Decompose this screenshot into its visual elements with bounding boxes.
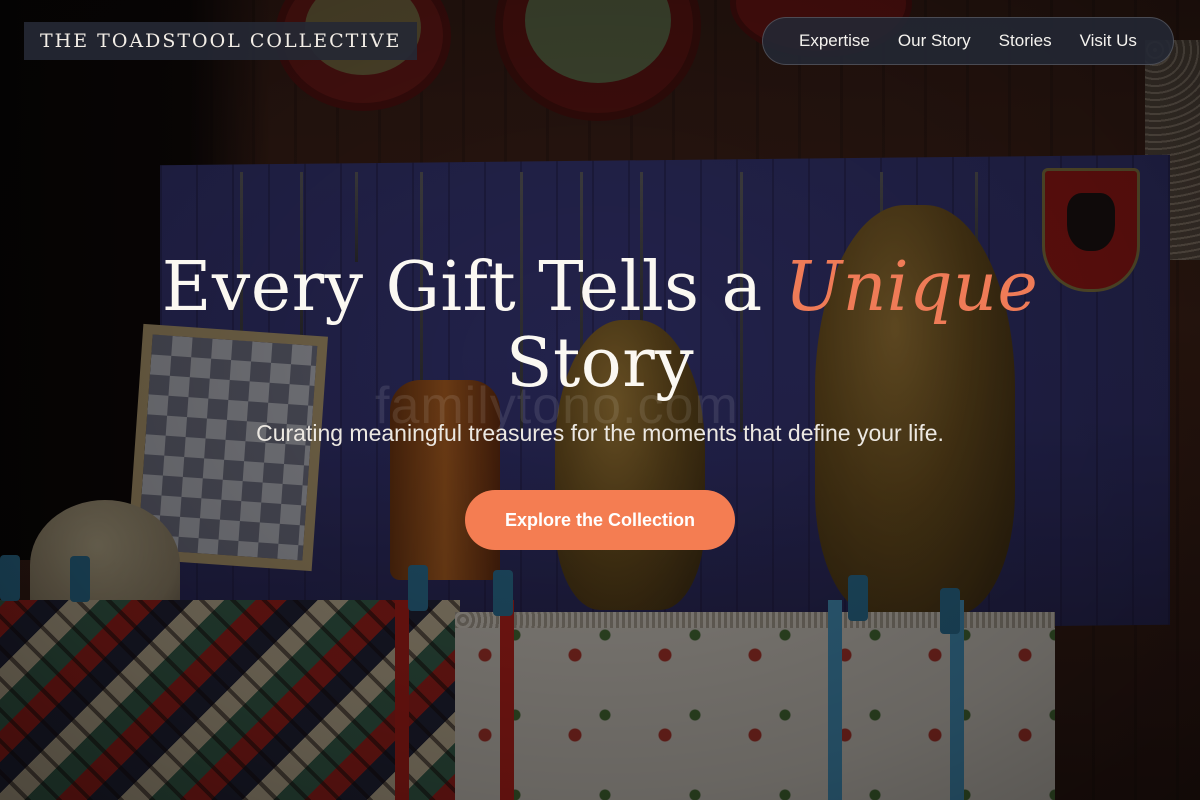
- hero-title-accent: Unique: [784, 248, 1039, 327]
- explore-collection-button[interactable]: Explore the Collection: [465, 490, 735, 550]
- brand-logo[interactable]: THE TOADSTOOL COLLECTIVE: [24, 22, 418, 60]
- hero-subtitle: Curating meaningful treasures for the mo…: [256, 420, 944, 446]
- nav-item-visit-us[interactable]: Visit Us: [1076, 25, 1141, 57]
- main-nav: Expertise Our Story Stories Visit Us: [762, 17, 1174, 65]
- hero-section: Every Gift Tells a Unique Story Curating …: [0, 250, 1200, 447]
- hero-title: Every Gift Tells a Unique Story: [0, 250, 1200, 402]
- hero-title-end: Story: [505, 324, 695, 403]
- nav-item-stories[interactable]: Stories: [995, 25, 1056, 57]
- hero-title-main: Every Gift Tells a: [161, 248, 763, 327]
- nav-item-expertise[interactable]: Expertise: [795, 25, 874, 57]
- nav-item-our-story[interactable]: Our Story: [894, 25, 975, 57]
